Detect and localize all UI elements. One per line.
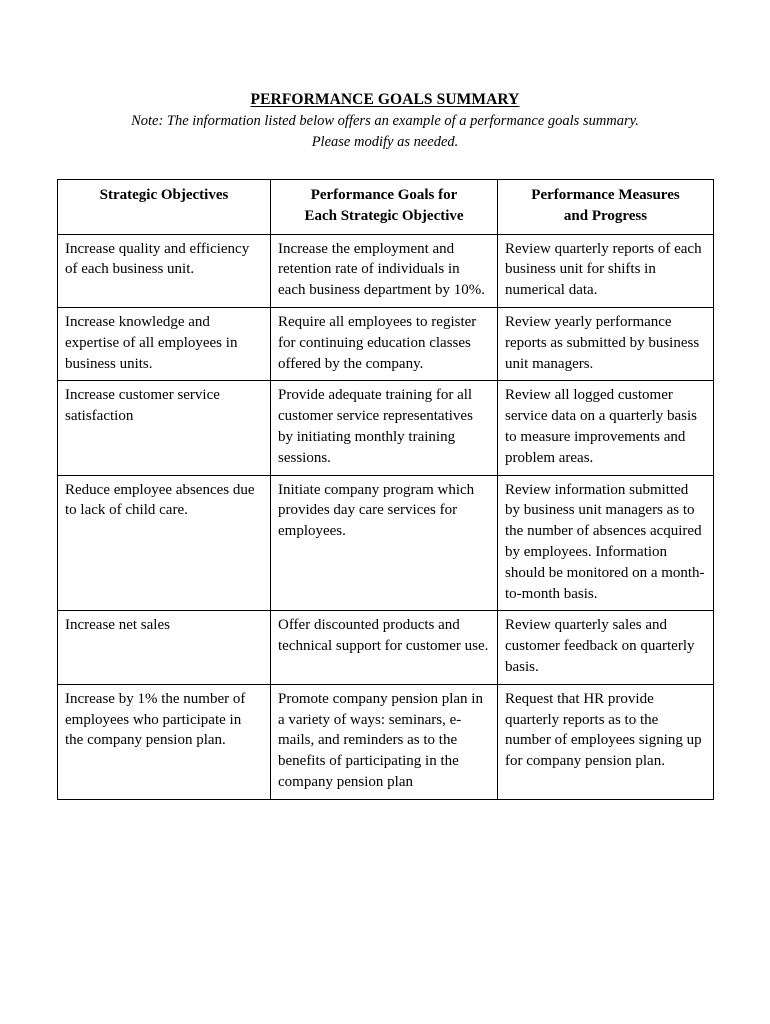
column-header-line: Strategic Objectives [99, 187, 229, 203]
table-row: Increase net sales Offer discounted prod… [57, 610, 714, 685]
cell-performance-measure: Review quarterly reports of each busines… [497, 233, 714, 308]
column-header-strategic-objectives: Strategic Objectives [57, 179, 271, 235]
performance-goals-table: Strategic Objectives Performance Goals f… [57, 179, 714, 800]
cell-performance-measure: Review all logged customer service data … [497, 380, 714, 476]
cell-performance-goal: Offer discounted products and technical … [270, 610, 498, 685]
cell-performance-goal: Increase the employment and retention ra… [270, 233, 498, 308]
cell-performance-goal: Initiate company program which provides … [270, 474, 498, 612]
cell-strategic-objective: Increase customer service satisfaction [57, 380, 271, 476]
table-row: Reduce employee absences due to lack of … [57, 474, 714, 612]
table-row: Increase by 1% the number of employees w… [57, 683, 714, 800]
document-note-line-2: Please modify as needed. [311, 134, 459, 150]
column-header-line: Performance Goals for [310, 187, 458, 203]
column-header-line: and Progress [563, 207, 648, 224]
cell-performance-goal: Require all employees to register for co… [270, 306, 498, 382]
cell-strategic-objective: Increase net sales [57, 610, 271, 685]
cell-performance-goal: Provide adequate training for all custom… [270, 380, 498, 476]
page-title: PERFORMANCE GOALS SUMMARY [250, 91, 520, 108]
column-header-performance-measures: Performance Measures and Progress [497, 179, 714, 235]
table-row: Increase knowledge and expertise of all … [57, 306, 714, 382]
cell-strategic-objective: Increase quality and efficiency of each … [57, 233, 271, 308]
document-page: PERFORMANCE GOALS SUMMARY Note: The info… [0, 0, 770, 1024]
column-header-performance-goals: Performance Goals for Each Strategic Obj… [270, 179, 498, 235]
performance-goals-table-wrapper: Strategic Objectives Performance Goals f… [57, 179, 714, 800]
cell-performance-measure: Review quarterly sales and customer feed… [497, 610, 714, 685]
cell-performance-measure: Review yearly performance reports as sub… [497, 306, 714, 382]
table-header: Strategic Objectives Performance Goals f… [57, 179, 714, 235]
cell-performance-goal: Promote company pension plan in a variet… [270, 683, 498, 800]
document-note-line-1: Note: The information listed below offer… [131, 113, 639, 129]
table-header-row: Strategic Objectives Performance Goals f… [57, 179, 714, 235]
table-row: Increase quality and efficiency of each … [57, 233, 714, 308]
cell-strategic-objective: Reduce employee absences due to lack of … [57, 474, 271, 612]
cell-performance-measure: Review information submitted by business… [497, 474, 714, 612]
table-body: Increase quality and efficiency of each … [57, 233, 714, 800]
column-header-line: Each Strategic Objective [304, 207, 464, 224]
cell-strategic-objective: Increase by 1% the number of employees w… [57, 683, 271, 800]
table-row: Increase customer service satisfaction P… [57, 380, 714, 476]
column-header-line: Performance Measures [531, 187, 680, 203]
document-header: PERFORMANCE GOALS SUMMARY Note: The info… [0, 90, 770, 153]
cell-performance-measure: Request that HR provide quarterly report… [497, 683, 714, 800]
cell-strategic-objective: Increase knowledge and expertise of all … [57, 306, 271, 382]
